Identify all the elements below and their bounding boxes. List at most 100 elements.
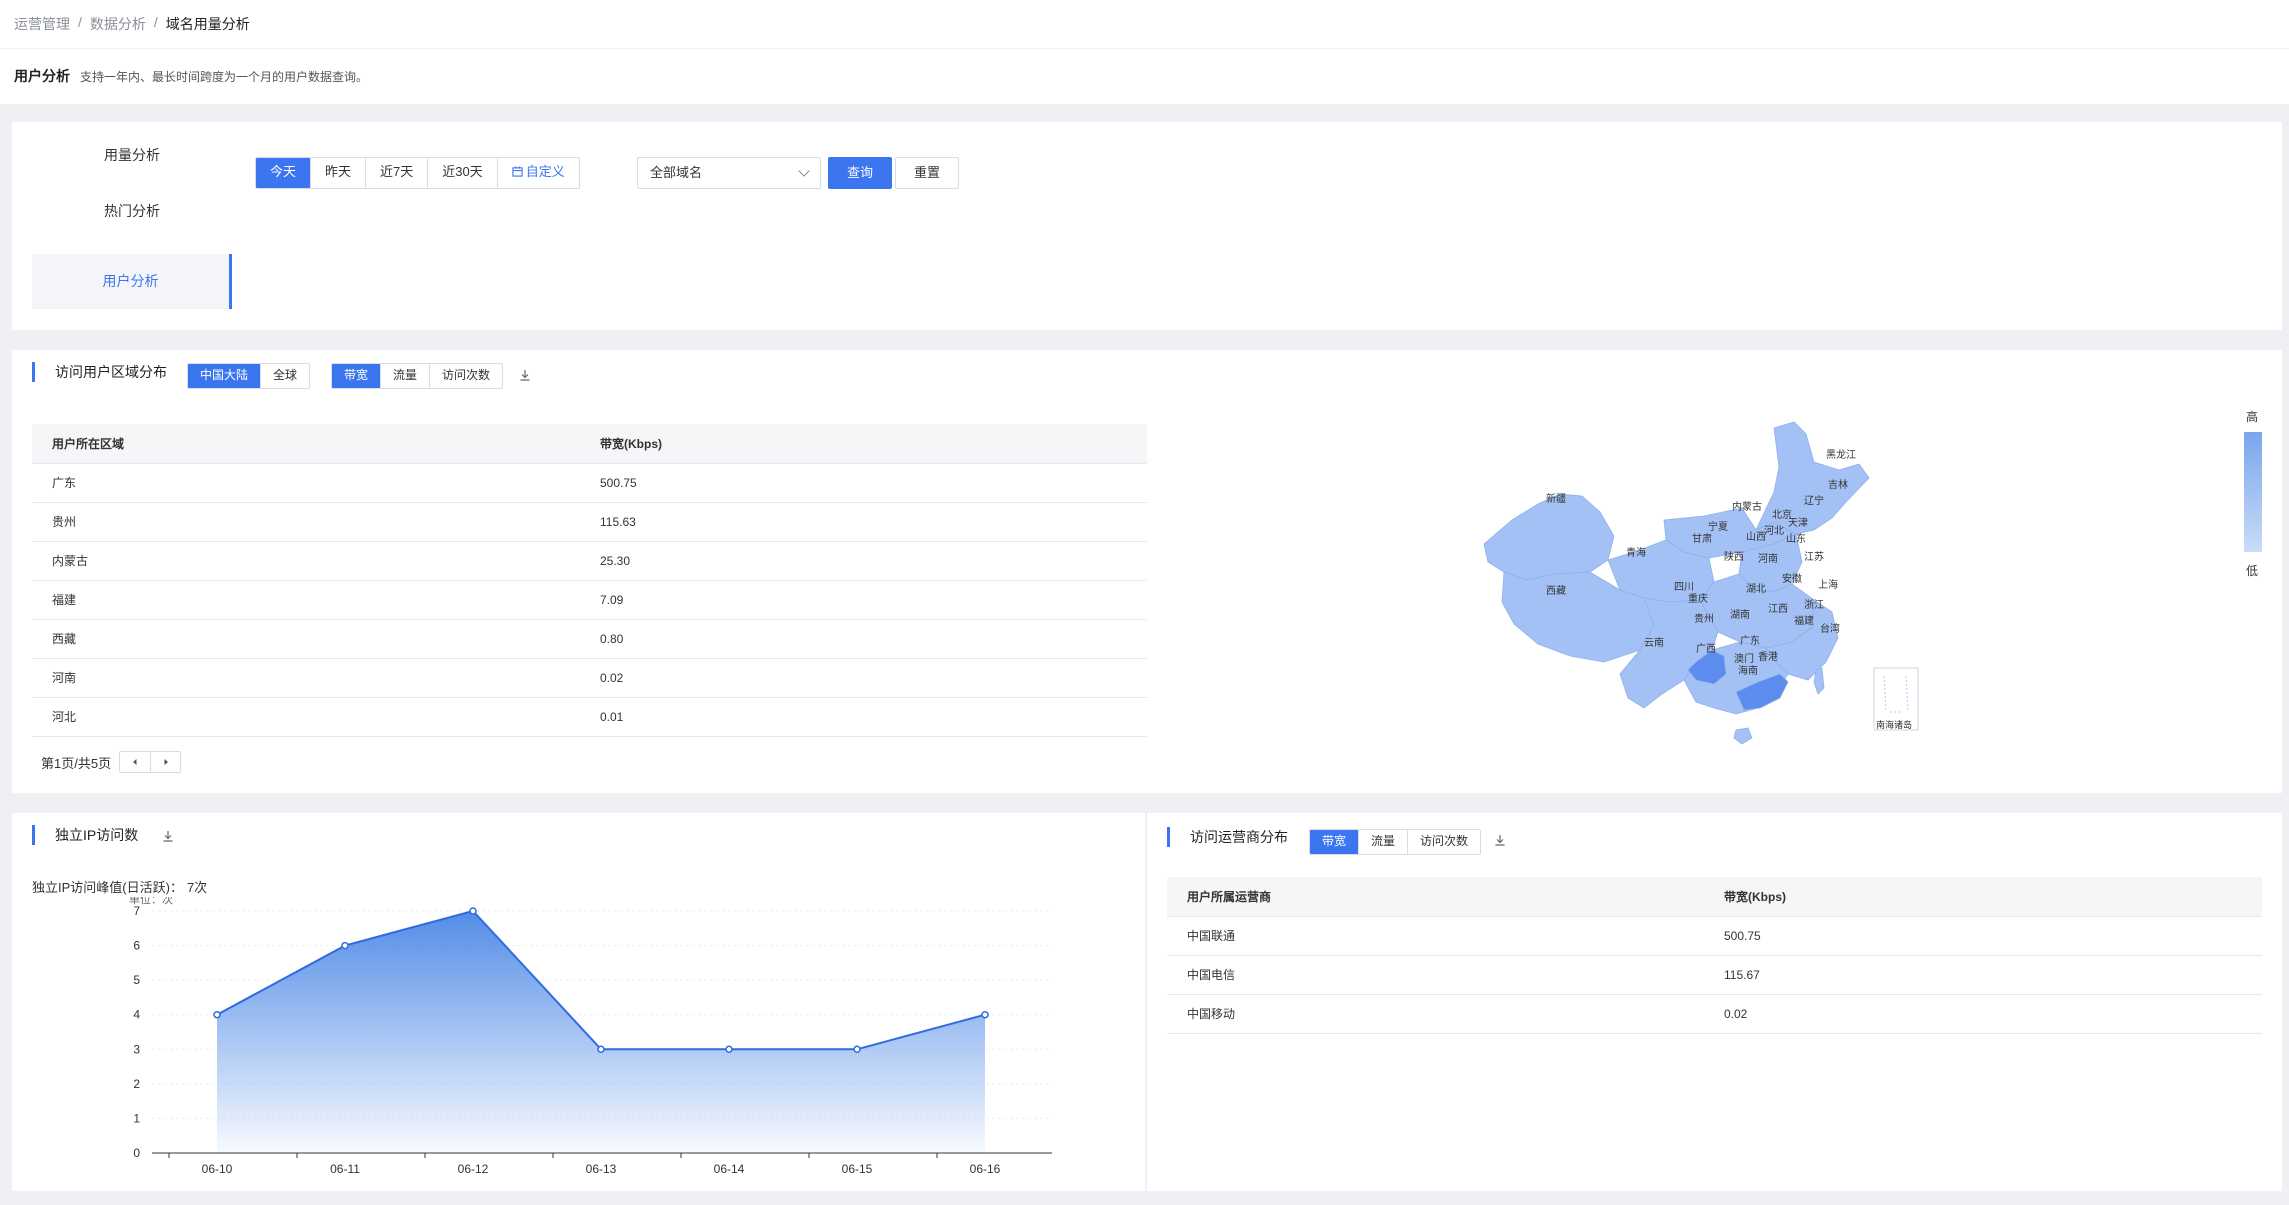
y-tick-label: 6 <box>133 939 140 953</box>
cell-name: 内蒙古 <box>32 541 580 581</box>
range-30days-button[interactable]: 近30天 <box>427 158 497 188</box>
map-label-henan: 河南 <box>1758 552 1778 565</box>
map-label-gansu: 甘肃 <box>1692 532 1712 545</box>
map-label-nanhai: 南海诸岛 <box>1876 719 1912 730</box>
isp-metric-visits-button[interactable]: 访问次数 <box>1407 830 1481 854</box>
data-point[interactable] <box>469 907 477 915</box>
ip-area-chart: 单位：次0123456706-10 06-11 06-12 06-13 06-14 06-… <box>129 897 1052 1176</box>
map-region-hainan[interactable] <box>1733 727 1753 745</box>
scope-global-button[interactable]: 全球 <box>260 364 310 388</box>
section-accent-bar <box>32 825 35 845</box>
table-row: 广东 500.75 <box>32 463 1147 503</box>
map-label-xinjiang: 新疆 <box>1546 492 1566 505</box>
breadcrumb-separator: / <box>78 14 82 30</box>
x-tick-label: 06-14 <box>714 1162 745 1176</box>
pagination-text: 第1页/共5页 <box>41 755 112 771</box>
caret-right-icon <box>164 759 168 765</box>
isp-table: 用户所属运营商 带宽(Kbps) 中国联通 500.75 中国电信 115.67 中国移… <box>1167 877 2262 1034</box>
tab-usage-analysis[interactable]: 用量分析 <box>32 128 232 183</box>
range-custom-label: 自定义 <box>525 164 565 179</box>
ip-section-title: 独立IP访问数 <box>32 825 138 845</box>
cell-value: 0.01 <box>580 697 1147 737</box>
metric-traffic-button[interactable]: 流量 <box>380 364 430 388</box>
y-tick-label: 5 <box>133 973 140 987</box>
map-label-ningxia: 宁夏 <box>1708 520 1728 533</box>
metric-visits-button[interactable]: 访问次数 <box>429 364 503 388</box>
tab-hot-analysis[interactable]: 热门分析 <box>32 184 232 239</box>
page-title: 用户分析 <box>14 68 70 84</box>
breadcrumb-data-analysis[interactable]: 数据分析 <box>90 14 146 34</box>
x-tick-label: 06-11 <box>330 1162 360 1176</box>
scope-mainland-button[interactable]: 中国大陆 <box>188 364 261 388</box>
next-page-button[interactable] <box>150 752 180 772</box>
page-description: 支持一年内、最长时间跨度为一个月的用户数据查询。 <box>80 70 369 84</box>
section-accent-bar <box>32 362 35 382</box>
header-divider <box>0 48 2289 49</box>
breadcrumb-ops[interactable]: 运营管理 <box>14 14 70 34</box>
cell-name: 河北 <box>32 697 580 737</box>
map-label-zhejiang: 浙江 <box>1804 599 1824 611</box>
tab-user-analysis[interactable]: 用户分析 <box>32 254 232 309</box>
query-button[interactable]: 查询 <box>828 157 893 189</box>
peak-value: 7次 <box>186 880 208 895</box>
isp-metric-traffic-button[interactable]: 流量 <box>1358 830 1408 854</box>
table-row: 中国联通 500.75 <box>1167 916 2262 956</box>
cell-value: 115.67 <box>1704 955 2262 995</box>
map-label-shanghai: 上海 <box>1818 578 1838 591</box>
legend-low-label: 低 <box>2246 564 2259 578</box>
domain-select-value: 全部域名 <box>650 165 703 180</box>
cell-value: 0.02 <box>580 658 1147 698</box>
y-tick-label: 3 <box>133 1042 140 1056</box>
breadcrumb-separator: / <box>153 14 158 30</box>
map-region-xinjiang[interactable] <box>1483 493 1615 581</box>
map-label-liaoning: 辽宁 <box>1804 494 1824 507</box>
data-point[interactable] <box>213 1010 221 1019</box>
domain-select[interactable]: 全部域名 <box>637 157 821 189</box>
section-accent-bar <box>1167 827 1170 847</box>
download-icon[interactable] <box>518 368 532 382</box>
cell-value: 0.80 <box>580 619 1147 659</box>
range-today-button[interactable]: 今天 <box>256 158 311 188</box>
download-icon[interactable] <box>1493 833 1507 847</box>
reset-button[interactable]: 重置 <box>895 157 960 189</box>
map-label-anhui: 安徽 <box>1782 572 1802 585</box>
map-label-xianggang: 香港 <box>1758 651 1778 663</box>
table-row: 河南 0.02 <box>32 658 1147 698</box>
cell-value: 7.09 <box>580 580 1147 620</box>
table-header-row: 用户所属运营商 带宽(Kbps) <box>1167 877 2262 917</box>
region-scope-group: 中国大陆 全球 <box>187 363 311 389</box>
map-label-yunnan: 云南 <box>1644 636 1664 649</box>
range-yesterday-button[interactable]: 昨天 <box>310 158 366 188</box>
y-tick-label: 7 <box>133 904 140 918</box>
map-region-taiwan[interactable] <box>1813 667 1825 695</box>
x-tick-label: 06-16 <box>970 1162 1001 1176</box>
map-label-xizang: 西藏 <box>1546 585 1566 597</box>
data-point[interactable] <box>725 1045 733 1054</box>
region-pagination: 第1页/共5页 <box>41 751 182 773</box>
map-label-hubei: 湖北 <box>1746 583 1766 595</box>
calendar-icon <box>512 166 523 177</box>
isp-metric-bandwidth-button[interactable]: 带宽 <box>1310 830 1359 854</box>
area-fill <box>217 911 985 1153</box>
peak-summary: 独立IP访问峰值(日活跃)： 7次 <box>32 877 207 896</box>
cell-value: 500.75 <box>1704 916 2262 956</box>
cell-name: 河南 <box>32 658 580 698</box>
data-point[interactable] <box>341 941 349 950</box>
column-header-bandwidth: 带宽(Kbps) <box>580 424 1147 464</box>
data-point[interactable] <box>597 1045 605 1054</box>
y-tick-label: 0 <box>133 1146 140 1160</box>
region-metric-group: 带宽 流量 访问次数 <box>331 363 504 389</box>
column-header-isp: 用户所属运营商 <box>1167 877 1704 917</box>
breadcrumb: 运营管理 / 数据分析 / 域名用量分析 <box>14 14 250 34</box>
data-point[interactable] <box>853 1045 861 1054</box>
table-header-row: 用户所在区域 带宽(Kbps) <box>32 424 1147 464</box>
range-custom-button[interactable]: 自定义 <box>496 158 579 188</box>
map-label-jiangxi: 江西 <box>1768 603 1788 615</box>
download-icon[interactable] <box>161 829 175 843</box>
data-point[interactable] <box>981 1010 989 1019</box>
isp-section-title: 访问运营商分布 <box>1167 827 1288 847</box>
range-7days-button[interactable]: 近7天 <box>365 158 428 188</box>
metric-bandwidth-button[interactable]: 带宽 <box>332 364 381 388</box>
prev-page-button[interactable] <box>120 752 150 772</box>
top-header: 运营管理 / 数据分析 / 域名用量分析 用户分析 支持一年内、最长时间跨度为一… <box>0 0 2289 104</box>
